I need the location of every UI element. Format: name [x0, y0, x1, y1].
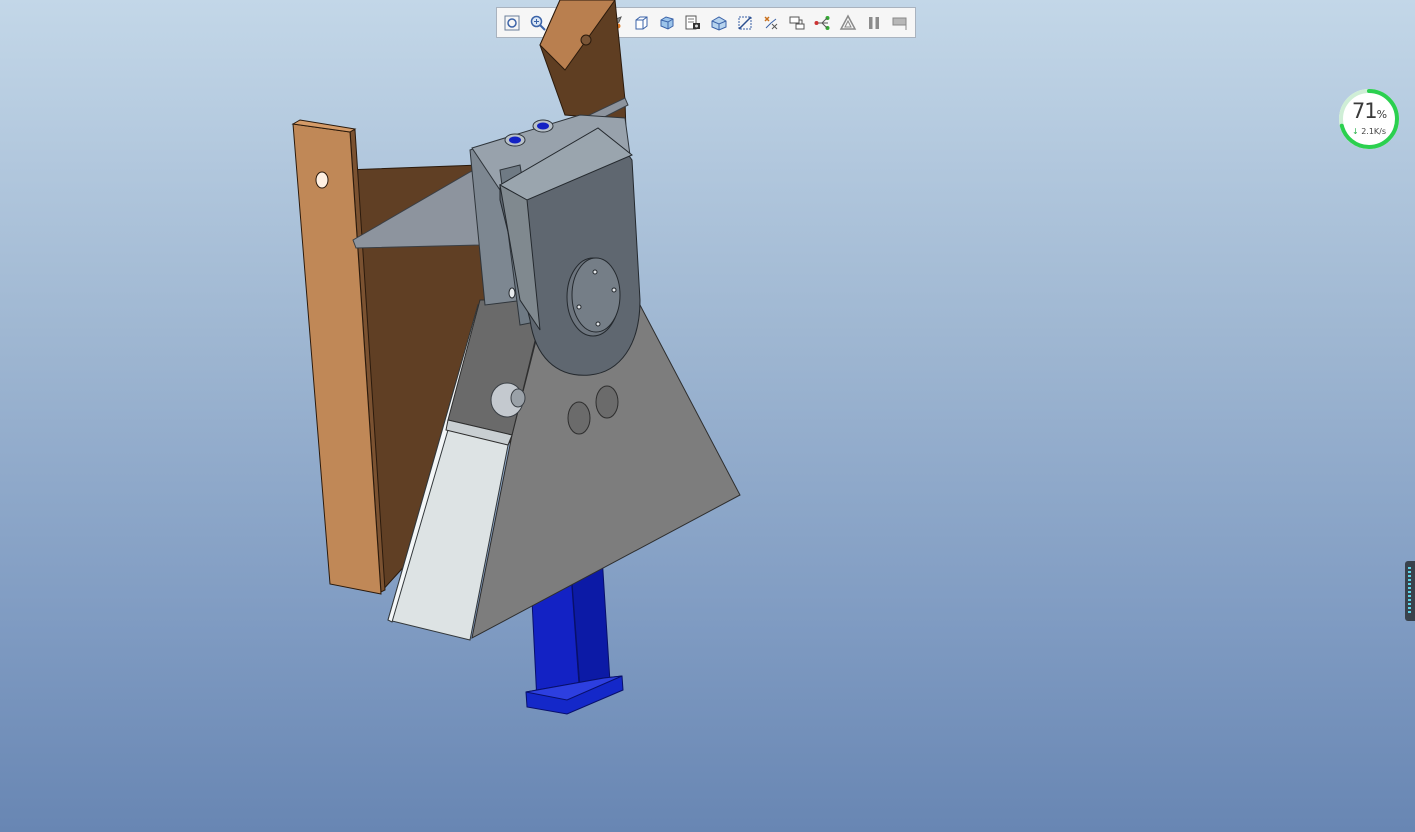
plate-hole-2 [595, 385, 619, 419]
left-board-hole [315, 171, 329, 189]
handle-grip-icon [1408, 567, 1411, 615]
disk-bolt-4 [576, 304, 582, 310]
bracket-small-hole [508, 287, 516, 299]
side-panel-handle[interactable] [1405, 561, 1415, 621]
plate-hole-1 [567, 401, 591, 435]
bolt-hole-2-blue [537, 122, 549, 130]
disk-bolt-3 [595, 321, 601, 327]
network-speed: ↓ 2.1K/s [1351, 127, 1387, 136]
download-arrow-icon: ↓ [1351, 127, 1359, 136]
network-percent: 71% [1351, 99, 1387, 123]
network-meter-widget[interactable]: 71% ↓ 2.1K/s [1337, 87, 1401, 151]
disk-bolt-2 [611, 287, 617, 293]
disk-bolt-1 [592, 269, 598, 275]
drive-disk [571, 257, 621, 333]
pivot-pin-end [510, 388, 526, 408]
bolt-hole-1-blue [509, 136, 521, 144]
upper-beam-hole [580, 34, 592, 46]
model-viewport[interactable] [0, 0, 1415, 832]
